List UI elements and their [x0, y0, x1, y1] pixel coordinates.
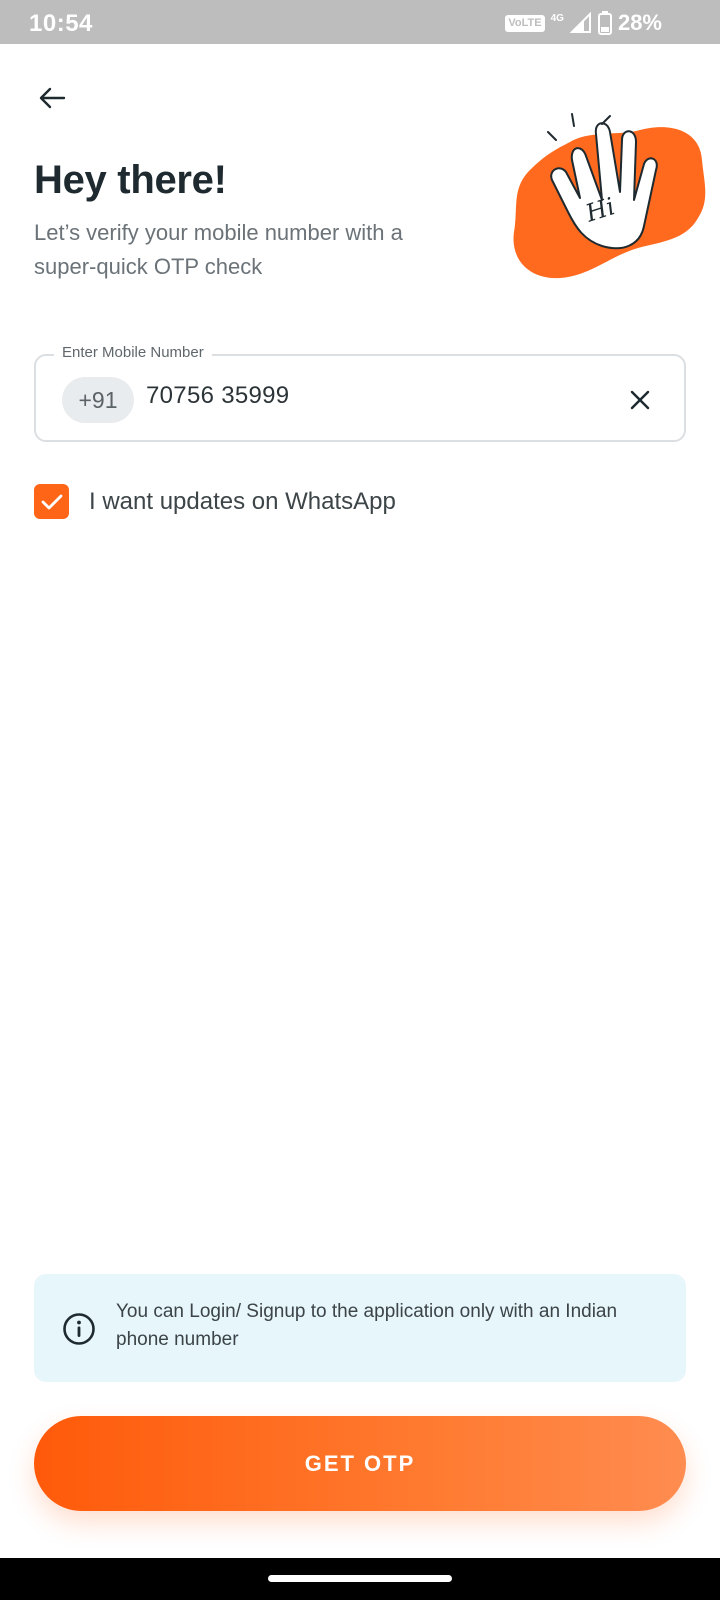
checkmark-icon [41, 494, 62, 509]
mobile-number-field[interactable]: Enter Mobile Number +91 70756 35999 [34, 344, 686, 442]
get-otp-button[interactable]: GET OTP [34, 1416, 686, 1511]
arrow-left-icon [39, 87, 66, 109]
clear-input-button[interactable] [618, 378, 662, 422]
info-banner: You can Login/ Signup to the application… [34, 1274, 686, 1382]
network-type: 4G [550, 12, 564, 24]
mobile-number-label: Enter Mobile Number [54, 344, 212, 361]
whatsapp-label: I want updates on WhatsApp [89, 487, 396, 515]
whatsapp-opt-in[interactable]: I want updates on WhatsApp [34, 484, 396, 519]
status-icons: VoLTE 4G 28% [505, 10, 662, 36]
whatsapp-checkbox[interactable] [34, 484, 69, 519]
status-time: 10:54 [29, 10, 93, 37]
home-indicator[interactable] [268, 1575, 452, 1582]
waving-hand-hi-icon: Hi [513, 113, 706, 279]
close-icon [630, 390, 650, 410]
signal-icon [569, 12, 591, 33]
page-subtitle: Let’s verify your mobile number with a s… [34, 220, 403, 279]
info-text: You can Login/ Signup to the application… [116, 1301, 618, 1350]
volte-icon: VoLTE [505, 14, 545, 32]
mobile-number-input[interactable]: 70756 35999 [146, 382, 289, 410]
status-bar: 10:54 VoLTE 4G 28% [0, 0, 720, 44]
country-code-chip[interactable]: +91 [62, 377, 134, 423]
battery-percentage: 28% [617, 10, 662, 35]
back-button[interactable] [32, 78, 72, 118]
info-icon [63, 1313, 95, 1345]
page-title: Hey there! [34, 158, 227, 202]
battery-icon [597, 11, 612, 35]
